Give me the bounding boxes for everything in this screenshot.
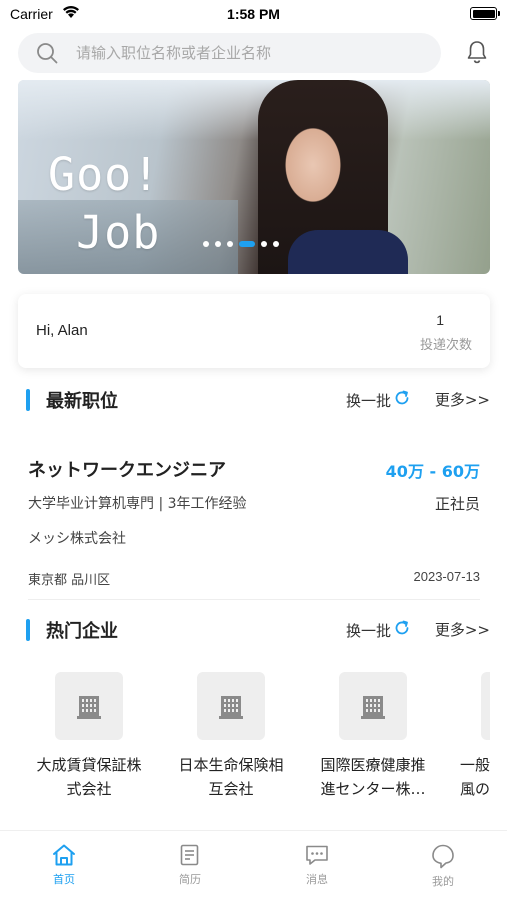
carousel-dot[interactable] [261, 241, 267, 247]
building-icon [361, 696, 385, 719]
resume-icon [180, 844, 199, 866]
profile-icon [432, 844, 454, 869]
more-companies-link[interactable]: 更多>> [435, 619, 490, 640]
refresh-icon [393, 619, 411, 641]
refresh-label: 换一批 [346, 621, 392, 640]
section-accent-bar [26, 619, 30, 641]
company-carousel[interactable]: 大成賃貸保証株 式会社 日本生命保険相 互会社 国際医療健康推 進センター株… … [18, 664, 490, 814]
banner-slogan: Goo! Job [48, 148, 161, 259]
clock: 1:58 PM [227, 6, 280, 22]
promo-banner[interactable]: Goo! Job [18, 80, 490, 274]
refresh-companies-button[interactable]: 换一批 [346, 619, 411, 641]
search-bar[interactable] [18, 33, 441, 73]
company-name: 一般 風の [459, 756, 490, 798]
home-icon [53, 844, 75, 866]
tab-label: 消息 [306, 873, 328, 886]
status-bar: Carrier 1:58 PM [0, 0, 507, 28]
job-title: ネットワークエンジニア [28, 460, 226, 481]
banner-portrait-shirt [288, 230, 408, 274]
company-name: 日本生命保険相 互会社 [178, 756, 284, 798]
section-title: 热门企业 [46, 621, 118, 642]
carousel-dot[interactable] [227, 241, 233, 247]
job-requirements: 大学毕业计算机専門 | 3年工作经验 [28, 496, 247, 512]
tab-bar: 首页 简历 消息 我的 [0, 830, 507, 900]
refresh-label: 换一批 [346, 391, 392, 410]
tab-label: 首页 [53, 873, 75, 886]
hot-companies-header: 热门企业 换一批 更多>> [26, 616, 490, 646]
search-input[interactable] [76, 33, 426, 73]
tab-label: 我的 [432, 875, 454, 888]
tab-home[interactable]: 首页 [34, 843, 94, 887]
tab-label: 简历 [179, 873, 201, 886]
company-logo [197, 672, 265, 740]
job-company: メッシ株式会社 [28, 531, 126, 547]
battery-icon [470, 7, 500, 20]
carousel-indicator[interactable] [203, 241, 279, 247]
company-name: 国際医療健康推 進センター株… [320, 756, 426, 798]
carousel-dot[interactable] [273, 241, 279, 247]
refresh-jobs-button[interactable]: 换一批 [346, 389, 411, 411]
company-logo [339, 672, 407, 740]
tab-messages[interactable]: 消息 [287, 843, 347, 887]
message-icon [306, 845, 328, 865]
job-date: 2023-07-13 [413, 569, 481, 584]
application-count: 1 [436, 312, 444, 328]
carousel-dot-active[interactable] [239, 241, 255, 247]
carousel-dot[interactable] [215, 241, 221, 247]
job-salary: 40万 - 60万 [385, 462, 480, 481]
refresh-icon [393, 389, 411, 411]
job-card[interactable]: ネットワークエンジニア 40万 - 60万 大学毕业计算机専門 | 3年工作经验… [28, 448, 480, 600]
company-name: 大成賃貸保証株 式会社 [36, 756, 142, 798]
company-logo [55, 672, 123, 740]
banner-sky [18, 80, 490, 140]
carousel-dot[interactable] [203, 241, 209, 247]
employment-type: 正社员 [434, 495, 480, 513]
application-count-label: 投递次数 [419, 338, 472, 353]
company-logo [481, 672, 490, 740]
search-icon [36, 42, 58, 68]
greeting-text: Hi, Alan [36, 322, 88, 339]
tab-profile[interactable]: 我的 [413, 843, 473, 889]
section-accent-bar [26, 389, 30, 411]
job-location: 東京都 品川区 [28, 573, 111, 588]
section-title: 最新职位 [46, 391, 118, 412]
building-icon [219, 696, 243, 719]
tab-resume[interactable]: 简历 [160, 843, 220, 887]
greeting-card[interactable]: Hi, Alan 1 投递次数 [18, 294, 490, 368]
bell-icon[interactable] [466, 40, 488, 68]
latest-jobs-header: 最新职位 换一批 更多>> [26, 386, 490, 416]
building-icon [77, 696, 101, 719]
more-jobs-link[interactable]: 更多>> [435, 389, 490, 410]
